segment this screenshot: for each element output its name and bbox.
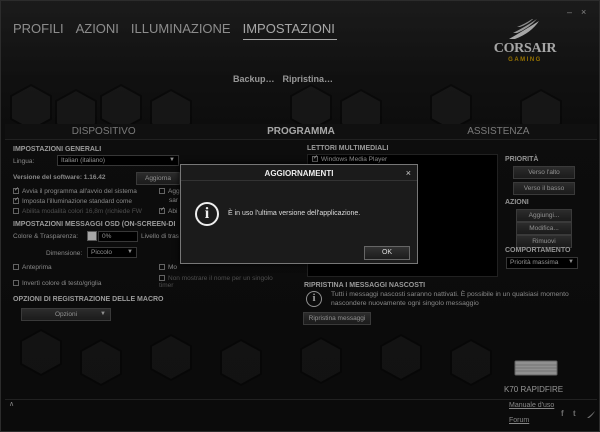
- dialog-title-divider: [181, 180, 417, 181]
- dialog-message: È in uso l'ultima versione dell'applicaz…: [228, 210, 361, 217]
- dialog-title: AGGIORNAMENTI: [264, 169, 334, 178]
- info-icon: i: [195, 202, 219, 226]
- dialog-close-button[interactable]: ×: [406, 168, 411, 178]
- ok-button[interactable]: OK: [364, 246, 410, 260]
